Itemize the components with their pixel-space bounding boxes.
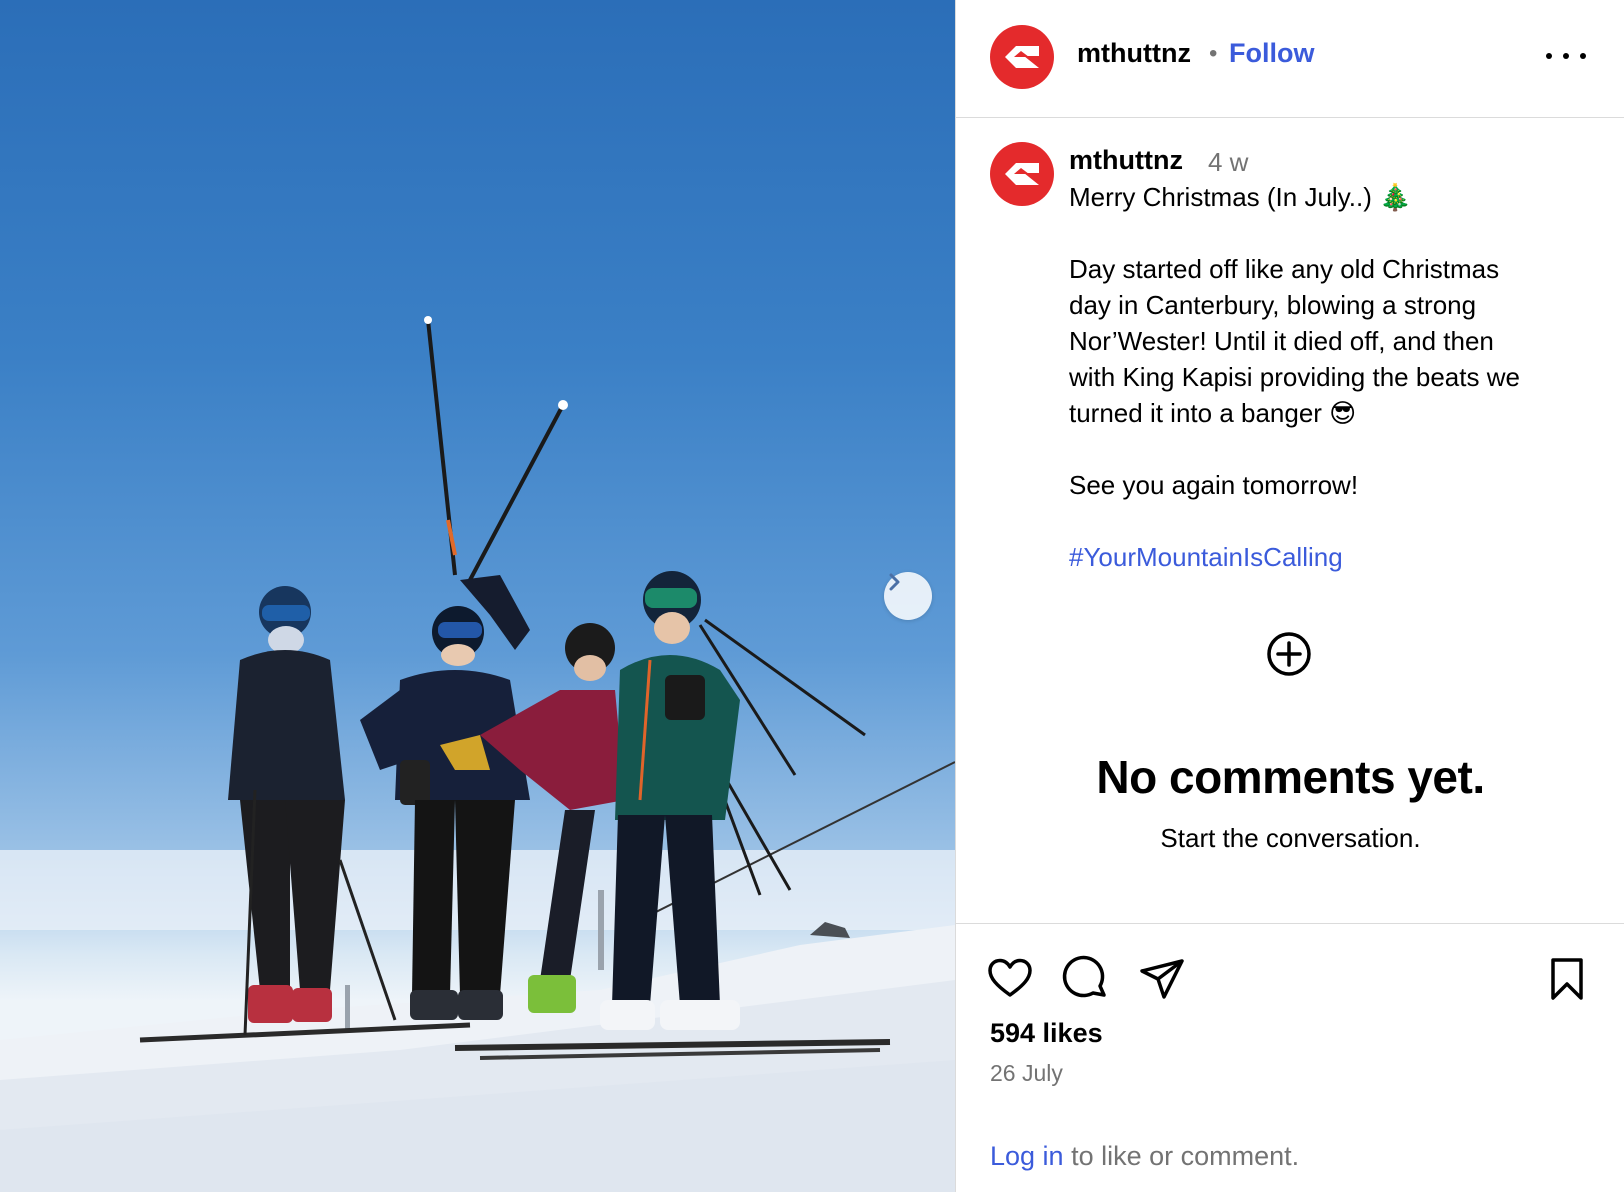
caption-line: turned it into a banger 😎 [1069, 398, 1357, 428]
post-date[interactable]: 26 July [990, 1060, 1063, 1087]
more-dot-icon [1563, 53, 1569, 59]
mt-hutt-logo-icon [1005, 46, 1039, 68]
header-username[interactable]: mthuttnz [1077, 38, 1191, 69]
empty-comments-title: No comments yet. [1096, 751, 1485, 803]
avatar[interactable] [990, 25, 1054, 89]
add-comment-icon[interactable] [1265, 630, 1313, 678]
caption-text: Merry Christmas (In July..) 🎄 Day starte… [1069, 179, 1589, 575]
post-photo [0, 0, 955, 1192]
share-send-icon[interactable] [1138, 955, 1186, 1003]
caption-line: with King Kapisi providing the beats we [1069, 362, 1520, 392]
next-slide-button[interactable] [884, 572, 932, 620]
caption-line: day in Canterbury, blowing a strong [1069, 290, 1477, 320]
skier-1 [228, 586, 397, 1036]
follow-button[interactable]: Follow [1229, 38, 1314, 69]
chevron-right-icon [889, 573, 900, 591]
caption-username[interactable]: mthuttnz [1069, 145, 1183, 176]
comment-bubble-icon[interactable] [1062, 955, 1110, 1003]
likes-count[interactable]: 594 likes [990, 1018, 1103, 1049]
caption-line: Merry Christmas (In July..) 🎄 [1069, 182, 1412, 212]
like-heart-icon[interactable] [986, 955, 1034, 1003]
caption-line: Day started off like any old Christmas [1069, 254, 1500, 284]
more-dot-icon [1580, 53, 1586, 59]
more-options-button[interactable] [1546, 44, 1586, 68]
caption-line: Nor’Wester! Until it died off, and then [1069, 326, 1494, 356]
empty-comments-subtitle: Start the conversation. [1160, 823, 1421, 853]
hashtag-link[interactable]: #YourMountainIsCalling [1069, 539, 1589, 575]
login-link[interactable]: Log in [990, 1141, 1064, 1171]
post-header: mthuttnz • Follow [956, 0, 1624, 118]
save-bookmark-icon[interactable] [1543, 955, 1591, 1003]
skiers-photo-illustration [0, 316, 955, 1192]
caption-time-ago[interactable]: 4 w [1208, 147, 1248, 178]
login-prompt-text: to like or comment. [1063, 1141, 1300, 1171]
caption-line: See you again tomorrow! [1069, 470, 1359, 500]
more-dot-icon [1546, 53, 1552, 59]
caption-avatar[interactable] [990, 142, 1054, 206]
mt-hutt-logo-icon [1005, 163, 1039, 185]
header-separator: • [1209, 40, 1218, 67]
login-prompt: Log in to like or comment. [990, 1141, 1299, 1172]
divider [956, 923, 1624, 924]
post-side-pane: mthuttnz • Follow mthuttnz 4 w Merry Chr… [955, 0, 1624, 1192]
